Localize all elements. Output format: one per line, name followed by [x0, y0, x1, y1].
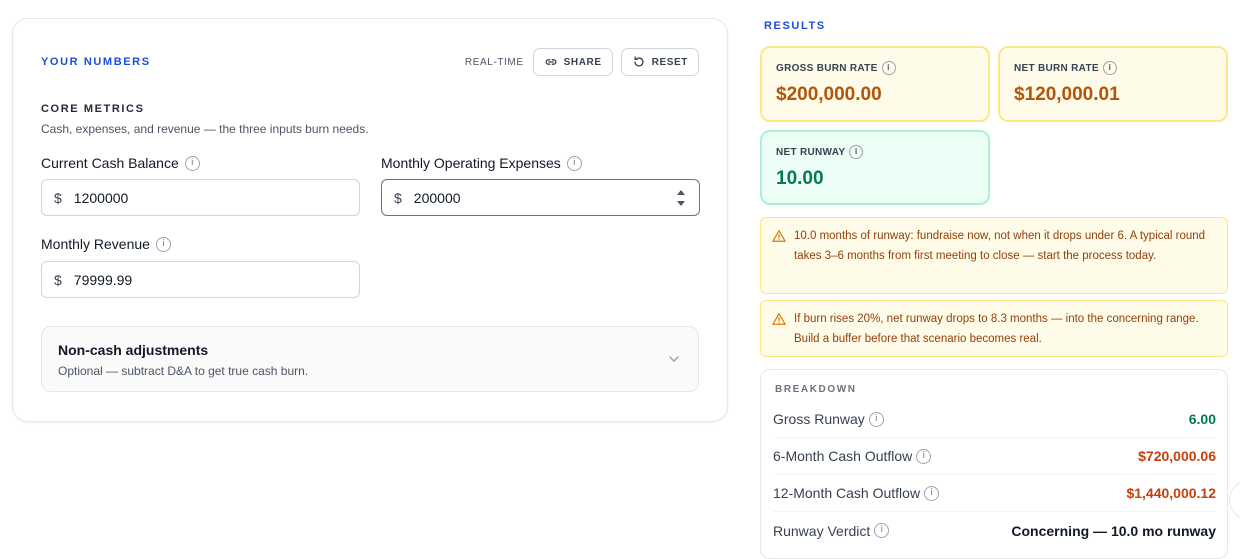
net-runway-card: NET RUNWAY i 10.00	[760, 130, 990, 205]
non-cash-adjustments-toggle[interactable]: Non-cash adjustments Optional — subtract…	[41, 326, 699, 392]
breakdown-title: BREAKDOWN	[775, 384, 857, 395]
inputs-card: YOUR NUMBERS REAL-TIME SHARE RESET CORE …	[12, 18, 728, 422]
warning-icon	[772, 313, 786, 325]
results-title: RESULTS	[764, 20, 826, 32]
metric-label: NET RUNWAY i	[776, 145, 974, 159]
info-icon[interactable]: i	[916, 448, 932, 464]
link-icon	[545, 59, 557, 65]
net-burn-label: NET BURN RATE	[1014, 62, 1099, 74]
share-button[interactable]: SHARE	[532, 48, 613, 76]
gross-burn-rate-card: GROSS BURN RATE i $200,000.00	[760, 46, 990, 122]
breakdown-label: 6-Month Cash Outflow i	[773, 448, 932, 464]
monthly-revenue-label: Monthly Revenue i	[41, 236, 171, 252]
info-icon[interactable]: i	[184, 155, 200, 171]
twelve-month-outflow-label: 12-Month Cash Outflow	[773, 485, 921, 501]
breakdown-row: 6-Month Cash Outflow i $720,000.06	[773, 438, 1216, 475]
burn-scenario-alert: If burn rises 20%, net runway drops to 8…	[760, 300, 1228, 357]
card-title: YOUR NUMBERS	[41, 56, 151, 68]
share-label: SHARE	[563, 56, 602, 68]
info-icon[interactable]: i	[881, 61, 896, 75]
cash-balance-input[interactable]: $ 1200000	[41, 179, 360, 216]
stepper-icon[interactable]	[676, 188, 686, 208]
gross-burn-value: $200,000.00	[776, 84, 882, 105]
metric-label: GROSS BURN RATE i	[776, 61, 974, 75]
realtime-label: REAL-TIME	[464, 56, 524, 68]
info-icon[interactable]: i	[849, 145, 864, 159]
breakdown-row: 12-Month Cash Outflow i $1,440,000.12	[773, 475, 1216, 512]
runway-verdict-label: Runway Verdict	[773, 522, 871, 539]
adjustments-title: Non-cash adjustments	[58, 342, 209, 358]
cash-balance-label-text: Current Cash Balance	[41, 155, 179, 171]
info-icon[interactable]: i	[566, 155, 582, 171]
operating-expenses-value: 200000	[413, 189, 461, 206]
breakdown-row: Gross Runway i 6.00	[773, 401, 1216, 438]
floating-action-button[interactable]	[1229, 480, 1240, 520]
runway-verdict-value: Concerning — 10.0 mo runway	[1011, 522, 1216, 539]
net-runway-label: NET RUNWAY	[776, 146, 846, 158]
metric-label: NET BURN RATE i	[1014, 61, 1212, 75]
info-icon[interactable]: i	[924, 485, 940, 501]
operating-expenses-label: Monthly Operating Expenses i	[381, 155, 582, 171]
six-month-outflow-value: $720,000.06	[1138, 448, 1216, 464]
cash-balance-label: Current Cash Balance i	[41, 155, 200, 171]
cash-balance-value: 1200000	[73, 189, 129, 206]
net-burn-rate-card: NET BURN RATE i $120,000.01	[998, 46, 1228, 122]
breakdown-label: Gross Runway i	[773, 411, 884, 427]
net-runway-value: 10.00	[776, 168, 824, 189]
breakdown-label: 12-Month Cash Outflow i	[773, 485, 940, 501]
net-burn-value: $120,000.01	[1014, 84, 1120, 105]
operating-expenses-label-text: Monthly Operating Expenses	[381, 155, 561, 171]
chevron-down-icon	[669, 356, 679, 362]
twelve-month-outflow-value: $1,440,000.12	[1126, 485, 1216, 501]
info-icon[interactable]: i	[868, 411, 884, 427]
info-icon[interactable]: i	[155, 236, 171, 252]
six-month-outflow-label: 6-Month Cash Outflow	[773, 448, 913, 464]
info-icon[interactable]: i	[874, 523, 890, 538]
breakdown-row: Runway Verdict i Concerning — 10.0 mo ru…	[773, 512, 1216, 549]
section-title: CORE METRICS	[41, 103, 145, 115]
currency-symbol: $	[394, 189, 402, 206]
currency-symbol: $	[54, 189, 62, 206]
warning-icon	[772, 230, 786, 242]
section-subtitle: Cash, expenses, and revenue — the three …	[41, 122, 369, 136]
reset-label: RESET	[651, 56, 688, 68]
adjustments-subtitle: Optional — subtract D&A to get true cash…	[58, 364, 309, 378]
breakdown-label: Runway Verdict i	[773, 522, 890, 539]
runway-alert-text: 10.0 months of runway: fundraise now, no…	[794, 230, 1206, 262]
reset-icon	[634, 56, 644, 67]
currency-symbol: $	[54, 271, 62, 288]
gross-burn-label: GROSS BURN RATE	[776, 62, 878, 74]
monthly-revenue-input[interactable]: $ 79999.99	[41, 261, 360, 298]
gross-runway-label: Gross Runway	[773, 411, 865, 427]
monthly-revenue-label-text: Monthly Revenue	[41, 236, 150, 252]
runway-alert: 10.0 months of runway: fundraise now, no…	[760, 217, 1228, 294]
gross-runway-value: 6.00	[1188, 411, 1216, 427]
breakdown-panel: BREAKDOWN Gross Runway i 6.00 6-Month Ca…	[760, 369, 1228, 559]
operating-expenses-input[interactable]: $ 200000	[381, 179, 700, 216]
info-icon[interactable]: i	[1102, 61, 1117, 75]
toolbar: REAL-TIME SHARE RESET	[465, 48, 699, 76]
monthly-revenue-value: 79999.99	[73, 271, 133, 288]
burn-scenario-alert-text: If burn rises 20%, net runway drops to 8…	[794, 313, 1199, 345]
reset-button[interactable]: RESET	[620, 48, 699, 76]
